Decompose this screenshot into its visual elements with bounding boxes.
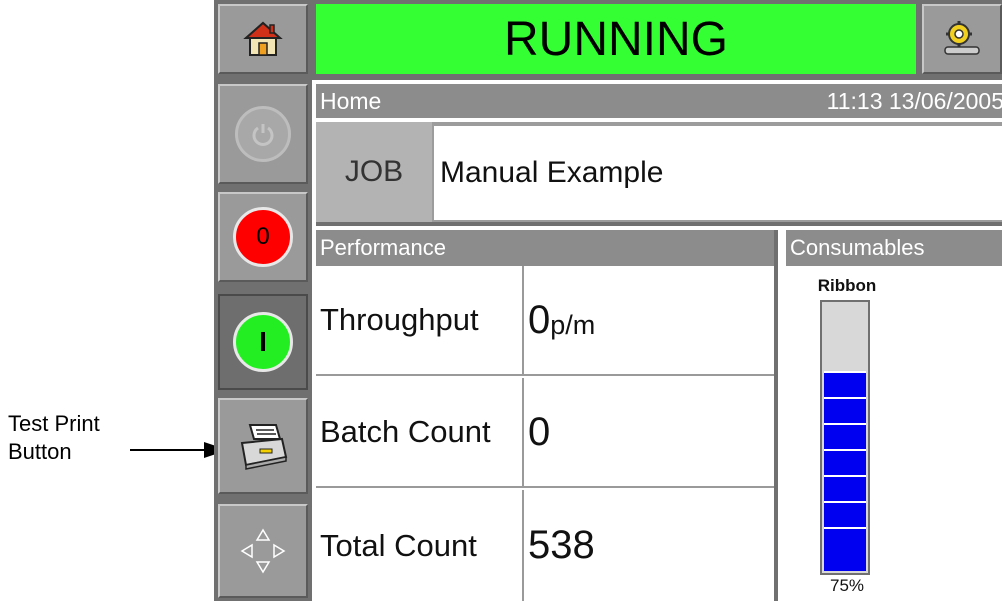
job-label-box: JOB: [316, 122, 432, 222]
settings-gear-wrench-icon: [944, 21, 980, 55]
stop-label: 0: [256, 223, 270, 250]
datetime: 11:13 13/06/2005: [826, 88, 1002, 114]
navigate-button[interactable]: [218, 504, 308, 598]
job-name-box: Manual Example: [434, 126, 1002, 220]
batch-count-value: 0: [528, 409, 551, 454]
consumables-panel: Consumables Ribbon 75%: [786, 230, 1002, 601]
start-icon: I: [233, 312, 293, 372]
total-count-row: Total Count 538: [316, 490, 774, 601]
status-bar: RUNNING: [316, 4, 916, 74]
callout-line-1: Test Print: [8, 411, 100, 436]
printer-icon: [240, 424, 288, 470]
ribbon-gauge-fill: [824, 371, 866, 571]
start-button[interactable]: I: [218, 294, 308, 390]
callout-line-2: Button: [8, 439, 72, 464]
home-button[interactable]: [218, 4, 308, 74]
ribbon-gauge-segment: [824, 475, 866, 501]
performance-panel: Performance Throughput 0 p/m Batch Count …: [316, 230, 778, 601]
throughput-value: 0: [528, 297, 551, 342]
test-print-button[interactable]: [218, 398, 308, 494]
home-icon: [243, 21, 283, 56]
ribbon-gauge-segment: [824, 449, 866, 475]
callout-label: Test Print Button: [8, 410, 100, 466]
power-button[interactable]: [218, 84, 308, 184]
consumables-header: Consumables: [786, 230, 1002, 266]
throughput-row: Throughput 0 p/m: [316, 266, 774, 376]
ribbon-gauge-segment: [824, 397, 866, 423]
status-text: RUNNING: [504, 12, 728, 66]
start-label: I: [259, 326, 267, 357]
stop-button[interactable]: 0: [218, 192, 308, 282]
total-count-label: Total Count: [320, 527, 477, 563]
arrows-navigation-icon: [240, 528, 286, 574]
ribbon-gauge-segment: [824, 371, 866, 397]
settings-button[interactable]: [922, 4, 1002, 74]
throughput-label: Throughput: [320, 302, 479, 337]
job-label: JOB: [344, 155, 404, 188]
job-name: Manual Example: [440, 156, 664, 189]
breadcrumb-bar: Home 11:13 13/06/2005: [316, 84, 1002, 118]
ribbon-gauge-segment: [824, 423, 866, 449]
stop-icon: 0: [233, 207, 293, 267]
batch-count-label: Batch Count: [320, 414, 491, 449]
performance-header: Performance: [316, 230, 774, 266]
throughput-unit: p/m: [550, 309, 596, 340]
job-row[interactable]: JOB Manual Example: [316, 122, 1002, 226]
batch-count-row: Batch Count 0: [316, 378, 774, 488]
ribbon-label: Ribbon: [817, 276, 877, 295]
ribbon-gauge: [820, 300, 870, 575]
power-icon: [235, 106, 291, 162]
ribbon-percent: 75%: [829, 576, 865, 595]
total-count-value: 538: [528, 523, 595, 567]
throughput-value-cell: 0 p/m: [524, 266, 774, 374]
ribbon-gauge-segment: [824, 501, 866, 527]
ribbon-gauge-segment: [824, 527, 866, 553]
breadcrumb: Home: [320, 88, 382, 114]
